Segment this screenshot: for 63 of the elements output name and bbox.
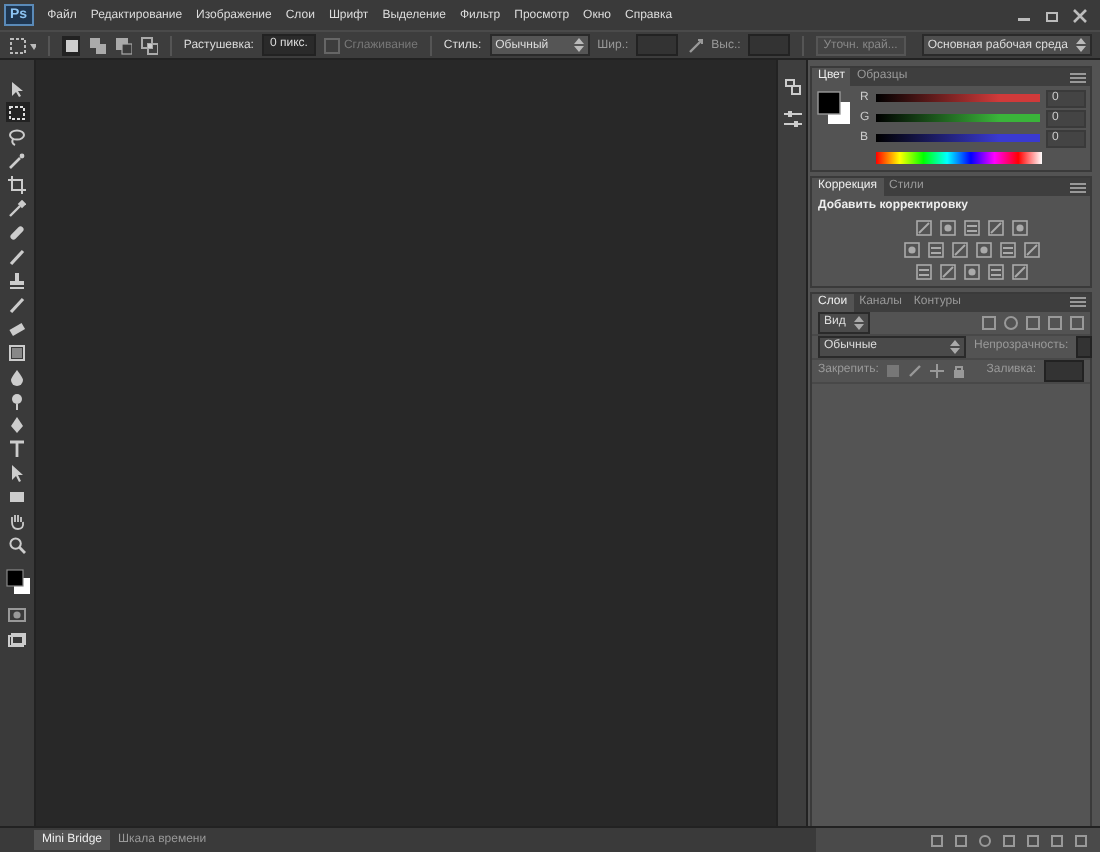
- adjustment-icon[interactable]: [951, 241, 967, 257]
- adjustment-icon[interactable]: [903, 241, 919, 257]
- fg-bg-swatches-icon[interactable]: [816, 90, 852, 126]
- add-selection-icon[interactable]: [88, 35, 107, 55]
- move-icon[interactable]: [930, 363, 945, 377]
- color-spectrum-bar[interactable]: [876, 152, 1042, 164]
- color-slider[interactable]: [876, 94, 1040, 102]
- subtract-selection-icon[interactable]: [114, 35, 133, 55]
- adjustment-icon[interactable]: [987, 263, 1003, 279]
- tool-icon[interactable]: [5, 342, 29, 362]
- sliders-icon[interactable]: [781, 108, 803, 130]
- panel-menu-icon[interactable]: [1070, 181, 1086, 193]
- tool-icon[interactable]: [5, 510, 29, 530]
- brush-icon[interactable]: [908, 363, 923, 377]
- adjustment-icon[interactable]: [987, 219, 1003, 235]
- adjustment-icon[interactable]: [915, 219, 931, 235]
- adjustment-icon[interactable]: [963, 219, 979, 235]
- tool-icon[interactable]: [5, 198, 29, 218]
- adjustment-icon[interactable]: [939, 219, 955, 235]
- adjustment-icon[interactable]: [1011, 219, 1027, 235]
- adjustment-icon[interactable]: [963, 263, 979, 279]
- history-icon[interactable]: [781, 76, 803, 98]
- fill-field[interactable]: [1044, 359, 1084, 381]
- tool-icon[interactable]: [5, 486, 29, 506]
- color-slider[interactable]: [876, 114, 1040, 122]
- adjustment-icon[interactable]: [1023, 241, 1039, 257]
- quick-mask-icon[interactable]: [8, 606, 26, 624]
- swap-icon[interactable]: [685, 35, 704, 55]
- screen-mode-icon[interactable]: [8, 632, 26, 650]
- adjustment-icon[interactable]: [999, 241, 1015, 257]
- color-slider[interactable]: [876, 134, 1040, 142]
- updown-arrow-icon: [853, 315, 864, 329]
- height-field[interactable]: [748, 34, 790, 56]
- tool-icon[interactable]: [5, 366, 29, 386]
- adjustment-icon[interactable]: [915, 263, 931, 279]
- color-swatches-icon[interactable]: [3, 566, 31, 598]
- restore-icon[interactable]: [1044, 7, 1060, 23]
- updown-arrow-icon: [1076, 38, 1086, 52]
- tool-icon[interactable]: [5, 270, 29, 290]
- panel-menu-icon[interactable]: [1070, 296, 1086, 308]
- tool-icon[interactable]: [5, 174, 29, 194]
- new-selection-icon[interactable]: [62, 35, 81, 55]
- opacity-field[interactable]: [1076, 335, 1093, 357]
- width-field[interactable]: [636, 34, 678, 56]
- tool-icon[interactable]: [5, 102, 29, 122]
- tool-icon[interactable]: [5, 150, 29, 170]
- tool-icon[interactable]: [5, 414, 29, 434]
- adjustment-icon[interactable]: [975, 241, 991, 257]
- tool-icon[interactable]: [5, 294, 29, 314]
- tool-icon[interactable]: [5, 534, 29, 554]
- adjustment-icon[interactable]: [927, 241, 943, 257]
- adjustment-icon[interactable]: [939, 263, 955, 279]
- lock-icon[interactable]: [952, 363, 967, 377]
- panel-menu-icon[interactable]: [1070, 71, 1086, 83]
- tool-icon[interactable]: [5, 246, 29, 266]
- marquee-preset-icon[interactable]: [8, 35, 37, 55]
- close-icon[interactable]: [1072, 7, 1088, 23]
- adjustment-icon[interactable]: [1011, 263, 1027, 279]
- tool-icon[interactable]: [5, 126, 29, 146]
- updown-arrow-icon: [573, 38, 584, 52]
- intersect-selection-icon[interactable]: [140, 35, 159, 55]
- updown-arrow-icon: [950, 339, 960, 353]
- tool-icon[interactable]: [5, 438, 29, 458]
